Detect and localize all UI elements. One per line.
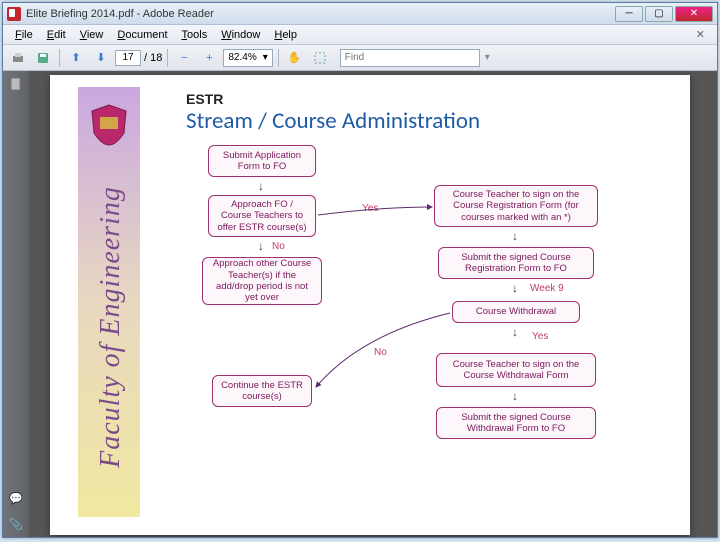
- tool-hand[interactable]: ✋: [284, 48, 306, 68]
- university-crest-icon: [86, 103, 132, 147]
- toolbar: ⬆ ⬇ / 18 − + 82.4% ▾ ✋ ▾: [3, 45, 717, 71]
- menu-bar: File Edit View Document Tools Window Hel…: [3, 25, 717, 45]
- comments-icon[interactable]: 💬: [7, 489, 25, 507]
- arrow-down-icon: ↓: [258, 179, 264, 193]
- attachments-icon[interactable]: 📎: [7, 515, 25, 533]
- menu-view[interactable]: View: [74, 27, 110, 43]
- faculty-vertical-title: Faculty of Engineering: [84, 167, 138, 487]
- flow-label-no: No: [272, 241, 285, 252]
- separator: [59, 49, 60, 67]
- separator: [278, 49, 279, 67]
- arrow-down-icon: ↓: [512, 389, 518, 403]
- arrow-down-icon: ↓: [258, 239, 264, 253]
- menu-window[interactable]: Window: [215, 27, 266, 43]
- maximize-button[interactable]: ▢: [645, 6, 673, 22]
- menu-help[interactable]: Help: [268, 27, 303, 43]
- flow-box-approach-fo: Approach FO / Course Teachers to offer E…: [208, 195, 316, 237]
- window-title: Elite Briefing 2014.pdf - Adobe Reader: [26, 8, 615, 20]
- page-up-button[interactable]: ⬆: [65, 48, 87, 68]
- zoom-in-button[interactable]: +: [198, 48, 220, 68]
- save-button[interactable]: [32, 48, 54, 68]
- pages-panel-icon[interactable]: [7, 75, 25, 93]
- estr-label: ESTR: [186, 91, 223, 107]
- flow-label-no2: No: [374, 347, 387, 358]
- minimize-button[interactable]: ─: [615, 6, 643, 22]
- find-input[interactable]: [340, 49, 480, 67]
- page-total: / 18: [144, 52, 162, 64]
- flow-box-submit-app: Submit Application Form to FO: [208, 145, 316, 177]
- page-number-input[interactable]: [115, 50, 141, 66]
- flow-box-submit-reg: Submit the signed Course Registration Fo…: [438, 247, 594, 279]
- arrow-down-icon: ↓: [512, 281, 518, 295]
- flow-box-teacher-sign-wd: Course Teacher to sign on the Course Wit…: [436, 353, 596, 387]
- pdf-icon: [7, 7, 21, 21]
- flow-label-yes1: Yes: [362, 203, 378, 214]
- slide-title: Stream / Course Administration: [186, 107, 480, 135]
- zoom-level[interactable]: 82.4% ▾: [223, 49, 272, 67]
- flow-box-submit-wd: Submit the signed Course Withdrawal Form…: [436, 407, 596, 439]
- menu-close-doc[interactable]: ✕: [690, 28, 711, 41]
- title-bar: Elite Briefing 2014.pdf - Adobe Reader ─…: [3, 3, 717, 25]
- page-down-button[interactable]: ⬇: [90, 48, 112, 68]
- close-button[interactable]: ✕: [675, 6, 713, 22]
- arrow-down-icon: ↓: [512, 229, 518, 243]
- menu-file[interactable]: File: [9, 27, 39, 43]
- separator: [167, 49, 168, 67]
- content-area: 💬 📎 Faculty of Engineering ESTR Stream /…: [3, 71, 717, 537]
- print-button[interactable]: [7, 48, 29, 68]
- arrow-down-icon: ↓: [512, 325, 518, 339]
- document-page: Faculty of Engineering ESTR Stream / Cou…: [50, 75, 690, 535]
- flow-box-approach-other: Approach other Course Teacher(s) if the …: [202, 257, 322, 305]
- flow-label-yes2: Yes: [532, 331, 548, 342]
- menu-edit[interactable]: Edit: [41, 27, 72, 43]
- flow-label-week9: Week 9: [530, 283, 564, 294]
- flow-box-continue-estr: Continue the ESTR course(s): [212, 375, 312, 407]
- find-dropdown-icon[interactable]: ▾: [485, 52, 490, 63]
- menu-document[interactable]: Document: [111, 27, 173, 43]
- flow-connectors: [50, 75, 690, 535]
- window-controls: ─ ▢ ✕: [615, 6, 713, 22]
- flow-box-withdrawal: Course Withdrawal: [452, 301, 580, 323]
- page-viewport[interactable]: Faculty of Engineering ESTR Stream / Cou…: [29, 71, 717, 537]
- zoom-out-button[interactable]: −: [173, 48, 195, 68]
- tool-select[interactable]: [309, 48, 331, 68]
- side-rail: 💬 📎: [3, 71, 29, 537]
- app-window: Elite Briefing 2014.pdf - Adobe Reader ─…: [2, 2, 718, 538]
- flow-box-teacher-sign-reg: Course Teacher to sign on the Course Reg…: [434, 185, 598, 227]
- menu-tools[interactable]: Tools: [176, 27, 214, 43]
- page-indicator: / 18: [115, 50, 162, 66]
